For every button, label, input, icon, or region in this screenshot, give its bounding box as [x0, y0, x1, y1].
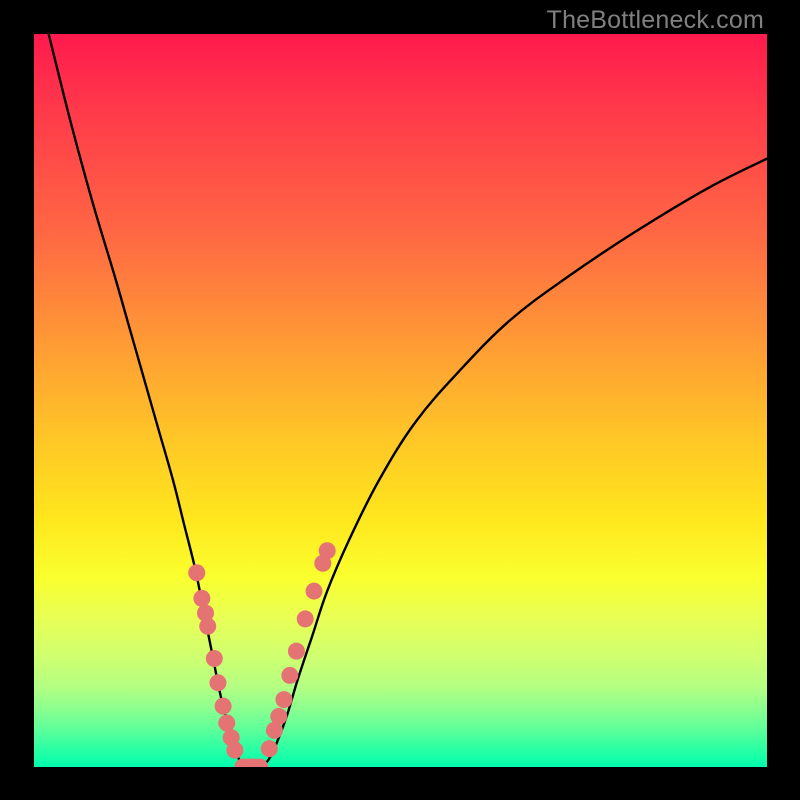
data-dot [270, 708, 287, 725]
data-dot [188, 564, 205, 581]
chart-svg [34, 34, 767, 767]
data-dot [193, 590, 210, 607]
data-dot [297, 610, 314, 627]
data-dot [206, 650, 223, 667]
data-dot [288, 643, 305, 660]
data-dot [275, 691, 292, 708]
curve-right [261, 159, 767, 767]
data-dot [306, 583, 323, 600]
data-dot [218, 715, 235, 732]
watermark-text: TheBottleneck.com [547, 6, 764, 35]
plot-area [34, 34, 767, 767]
data-dot [226, 742, 243, 759]
data-dot [197, 605, 214, 622]
data-dot [209, 674, 226, 691]
data-dot [319, 542, 336, 559]
data-dot [281, 667, 298, 684]
data-dot [215, 698, 232, 715]
scatter-dots [188, 542, 335, 767]
data-dot [261, 740, 278, 757]
chart-container: TheBottleneck.com [0, 0, 800, 800]
